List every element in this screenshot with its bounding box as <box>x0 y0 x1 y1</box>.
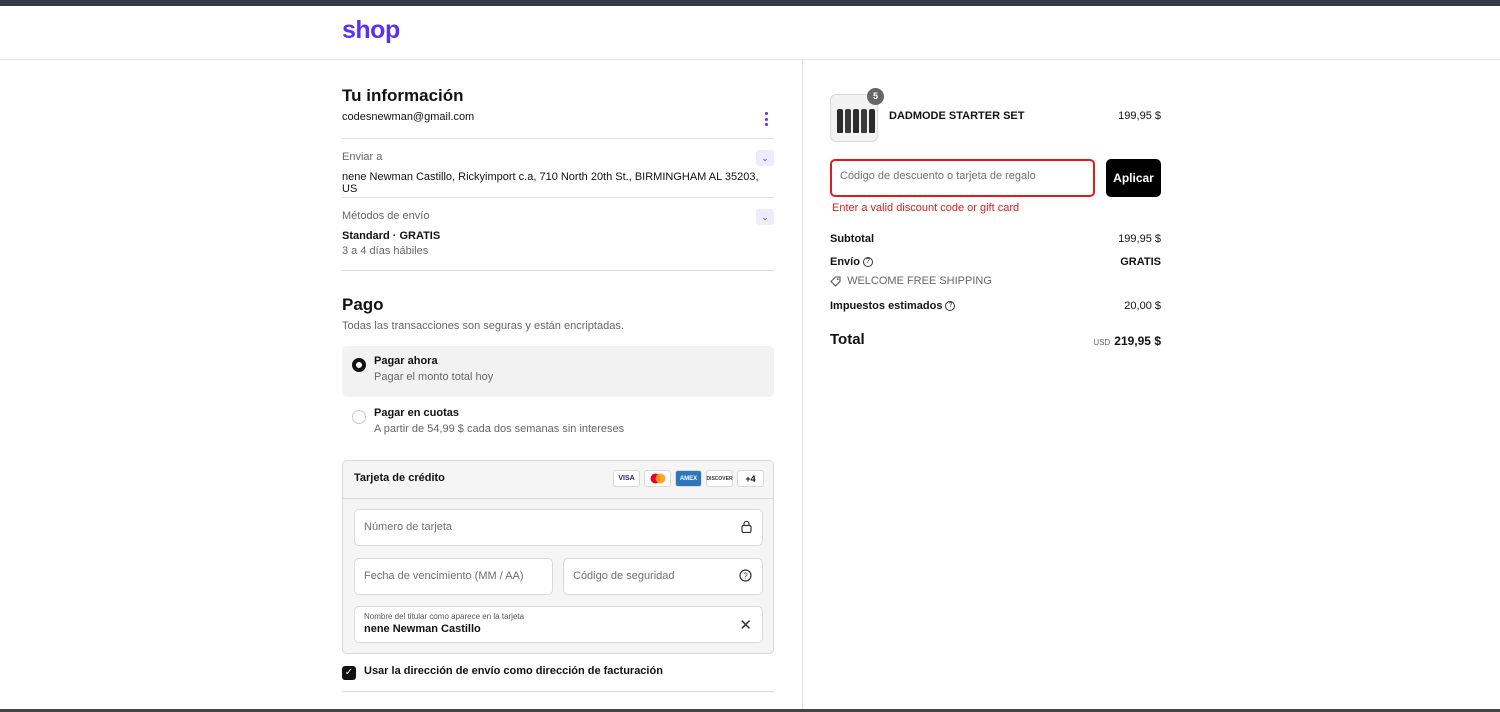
product-thumbnail: 5 <box>830 88 884 142</box>
shop-logo[interactable]: shop <box>342 16 400 45</box>
payment-subtitle: Todas las transacciones son seguras y es… <box>342 320 624 332</box>
tag-icon <box>830 275 844 287</box>
billing-address-label: Usar la dirección de envío como direcció… <box>364 665 663 677</box>
shipping-discount-row: WELCOME FREE SHIPPING <box>830 275 1161 287</box>
column-divider <box>802 60 803 712</box>
pay-installments-option[interactable]: Pagar en cuotas A partir de 54,99 $ cada… <box>342 398 774 450</box>
visa-icon: VISA <box>613 470 640 487</box>
bottle-shape <box>845 109 851 133</box>
header: shop <box>0 6 1500 60</box>
help-circle-icon[interactable]: ? <box>862 257 873 268</box>
shipping-value: GRATIS <box>1120 256 1161 268</box>
more-options-icon[interactable] <box>762 112 770 126</box>
total-label: Total <box>830 331 865 348</box>
card-logos: VISA AMEX DISCOVER +4 <box>613 470 764 487</box>
pay-now-radio[interactable] <box>352 358 366 372</box>
taxes-row: Impuestos estimados? 20,00 $ <box>830 300 1161 312</box>
divider <box>342 197 774 198</box>
mastercard-icon <box>644 470 671 487</box>
total-row: Total USD 219,95 $ <box>830 331 1161 348</box>
help-circle-icon[interactable]: ? <box>945 301 956 312</box>
quantity-badge: 5 <box>867 88 884 105</box>
shipping-label: Envío <box>830 256 860 268</box>
help-circle-icon[interactable]: ? <box>739 569 752 585</box>
card-number-placeholder: Número de tarjeta <box>364 521 453 533</box>
bottle-shape <box>853 109 859 133</box>
shipping-method-value: Standard · GRATIS <box>342 230 441 242</box>
pay-now-subtitle: Pagar el monto total hoy <box>374 371 494 383</box>
security-code-field[interactable]: Código de seguridad ? <box>563 558 763 595</box>
pay-installments-radio[interactable] <box>352 410 366 424</box>
discount-code-field[interactable] <box>830 159 1095 197</box>
ship-to-value: nene Newman Castillo, Rickyimport c.a, 7… <box>342 171 759 195</box>
credit-card-panel: Tarjeta de crédito VISA AMEX DISCOVER +4… <box>342 460 774 654</box>
cardholder-name-label: Nombre del titular como aparece en la ta… <box>364 612 525 621</box>
chevron-down-icon[interactable]: ⌄ <box>756 209 774 225</box>
more-cards-badge: +4 <box>737 470 764 487</box>
taxes-label: Impuestos estimados <box>830 300 943 312</box>
shipping-methods-label: Métodos de envío <box>342 210 430 222</box>
total-currency: USD <box>1093 338 1111 347</box>
discover-icon: DISCOVER <box>706 470 733 487</box>
divider <box>342 691 774 692</box>
shipping-method-time: 3 a 4 días hábiles <box>342 245 429 257</box>
billing-address-checkbox[interactable]: ✓ <box>342 666 356 680</box>
card-number-field[interactable]: Número de tarjeta <box>354 509 763 546</box>
credit-card-title: Tarjeta de crédito <box>354 472 445 484</box>
security-code-placeholder: Código de seguridad <box>573 570 675 582</box>
product-price: 199,95 $ <box>1118 110 1161 122</box>
email-value: codesnewman@gmail.com <box>342 111 475 123</box>
chevron-down-icon[interactable]: ⌄ <box>756 150 774 166</box>
expiry-field[interactable]: Fecha de vencimiento (MM / AA) <box>354 558 553 595</box>
cardholder-name-field[interactable]: Nombre del titular como aparece en la ta… <box>354 606 763 643</box>
taxes-value: 20,00 $ <box>1124 300 1161 312</box>
credit-card-header[interactable]: Tarjeta de crédito VISA AMEX DISCOVER +4 <box>343 461 773 499</box>
apply-discount-button[interactable]: Aplicar <box>1106 159 1161 197</box>
svg-text:?: ? <box>743 571 748 580</box>
pay-installments-subtitle: A partir de 54,99 $ cada dos semanas sin… <box>374 423 625 435</box>
divider <box>342 138 774 139</box>
info-title: Tu información <box>342 86 464 105</box>
discount-error-message: Enter a valid discount code or gift card <box>832 202 1020 214</box>
product-name: DADMODE STARTER SET <box>889 110 1025 122</box>
discount-code-input[interactable] <box>840 170 1085 182</box>
subtotal-label: Subtotal <box>830 233 874 245</box>
total-value: 219,95 $ <box>1114 334 1161 348</box>
shipping-discount-tag: WELCOME FREE SHIPPING <box>847 275 992 287</box>
pay-installments-title: Pagar en cuotas <box>374 407 459 419</box>
amex-icon: AMEX <box>675 470 702 487</box>
pay-now-option[interactable]: Pagar ahora Pagar el monto total hoy <box>342 346 774 397</box>
shipping-row: Envío? GRATIS <box>830 256 1161 268</box>
payment-title: Pago <box>342 295 384 314</box>
bottle-shape <box>861 109 867 133</box>
ship-to-label: Enviar a <box>342 151 383 163</box>
pay-now-title: Pagar ahora <box>374 355 438 367</box>
divider <box>342 270 774 271</box>
clear-icon[interactable]: ✕ <box>739 616 752 634</box>
subtotal-value: 199,95 $ <box>1118 233 1161 245</box>
lock-icon <box>741 520 752 536</box>
bottle-shape <box>869 109 875 133</box>
cardholder-name-value: nene Newman Castillo <box>364 623 481 635</box>
bottle-shape <box>837 109 843 133</box>
expiry-placeholder: Fecha de vencimiento (MM / AA) <box>364 570 524 582</box>
subtotal-row: Subtotal 199,95 $ <box>830 233 1161 245</box>
